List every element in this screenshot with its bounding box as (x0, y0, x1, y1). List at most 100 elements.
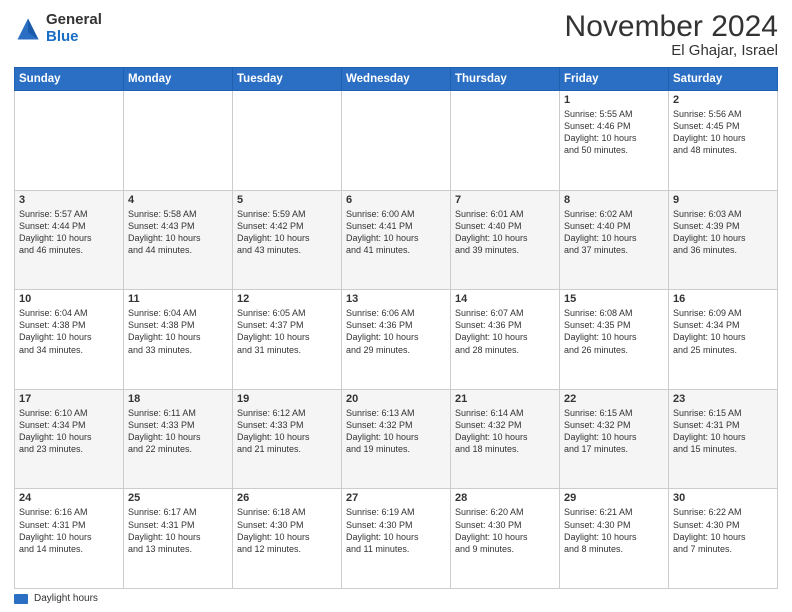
day-number: 7 (455, 194, 555, 206)
day-number: 22 (564, 393, 664, 405)
logo-text: General Blue (46, 12, 102, 45)
calendar-cell: 10Sunrise: 6:04 AMSunset: 4:38 PMDayligh… (15, 290, 124, 390)
day-number: 9 (673, 194, 773, 206)
calendar-week-row: 3 Sunrise: 5:57 AMSunset: 4:44 PMDaylight… (15, 190, 778, 290)
calendar-cell: 7Sunrise: 6:01 AMSunset: 4:40 PMDaylight… (451, 190, 560, 290)
day-number: 30 (673, 492, 773, 504)
calendar-cell: 13Sunrise: 6:06 AMSunset: 4:36 PMDayligh… (342, 290, 451, 390)
calendar-cell: 4 Sunrise: 5:58 AMSunset: 4:43 PMDaylight… (124, 190, 233, 290)
day-detail: Sunrise: 6:04 AMSunset: 4:38 PMDaylight:… (128, 307, 228, 356)
day-number: 28 (455, 492, 555, 504)
legend-color (14, 594, 28, 604)
legend: Daylight hours (14, 593, 778, 604)
day-detail: Sunrise: 6:15 AMSunset: 4:32 PMDaylight:… (564, 407, 664, 456)
calendar-cell: 5 Sunrise: 5:59 AMSunset: 4:42 PMDaylight… (233, 190, 342, 290)
page-subtitle: El Ghajar, Israel (565, 42, 778, 59)
day-detail: Sunrise: 6:04 AMSunset: 4:38 PMDaylight:… (19, 307, 119, 356)
day-detail: Sunrise: 5:59 AMSunset: 4:42 PMDaylight:… (237, 208, 337, 257)
day-number: 26 (237, 492, 337, 504)
day-detail: Sunrise: 6:15 AMSunset: 4:31 PMDaylight:… (673, 407, 773, 456)
day-number: 12 (237, 293, 337, 305)
day-detail: Sunrise: 6:10 AMSunset: 4:34 PMDaylight:… (19, 407, 119, 456)
day-detail: Sunrise: 6:11 AMSunset: 4:33 PMDaylight:… (128, 407, 228, 456)
day-detail: Sunrise: 6:22 AMSunset: 4:30 PMDaylight:… (673, 506, 773, 555)
calendar-cell: 20Sunrise: 6:13 AMSunset: 4:32 PMDayligh… (342, 389, 451, 489)
calendar-week-row: 17 Sunrise: 6:10 AMSunset: 4:34 PMDayligh… (15, 389, 778, 489)
day-number: 11 (128, 293, 228, 305)
calendar-cell (342, 91, 451, 191)
calendar-cell: 23 Sunrise: 6:15 AMSunset: 4:31 PMDayligh… (669, 389, 778, 489)
day-detail: Sunrise: 6:16 AMSunset: 4:31 PMDaylight:… (19, 506, 119, 555)
calendar-table: SundayMondayTuesdayWednesdayThursdayFrid… (14, 67, 778, 589)
calendar-cell: 16Sunrise: 6:09 AMSunset: 4:34 PMDayligh… (669, 290, 778, 390)
day-detail: Sunrise: 6:07 AMSunset: 4:36 PMDaylight:… (455, 307, 555, 356)
calendar-header-row: SundayMondayTuesdayWednesdayThursdayFrid… (15, 68, 778, 91)
calendar-cell: 22 Sunrise: 6:15 AMSunset: 4:32 PMDayligh… (560, 389, 669, 489)
calendar-day-header: Thursday (451, 68, 560, 91)
day-detail: Sunrise: 5:57 AMSunset: 4:44 PMDaylight:… (19, 208, 119, 257)
calendar-cell (233, 91, 342, 191)
calendar-cell: 2Sunrise: 5:56 AMSunset: 4:45 PMDaylight… (669, 91, 778, 191)
calendar-day-header: Sunday (15, 68, 124, 91)
calendar-day-header: Wednesday (342, 68, 451, 91)
calendar-week-row: 24 Sunrise: 6:16 AMSunset: 4:31 PMDayligh… (15, 489, 778, 589)
calendar-cell: 12Sunrise: 6:05 AMSunset: 4:37 PMDayligh… (233, 290, 342, 390)
day-detail: Sunrise: 6:09 AMSunset: 4:34 PMDaylight:… (673, 307, 773, 356)
day-number: 5 (237, 194, 337, 206)
calendar-cell: 25 Sunrise: 6:17 AMSunset: 4:31 PMDayligh… (124, 489, 233, 589)
day-detail: Sunrise: 6:12 AMSunset: 4:33 PMDaylight:… (237, 407, 337, 456)
calendar-cell: 27 Sunrise: 6:19 AMSunset: 4:30 PMDayligh… (342, 489, 451, 589)
day-number: 15 (564, 293, 664, 305)
day-detail: Sunrise: 6:20 AMSunset: 4:30 PMDaylight:… (455, 506, 555, 555)
calendar-cell: 11 Sunrise: 6:04 AMSunset: 4:38 PMDayligh… (124, 290, 233, 390)
calendar-week-row: 1 Sunrise: 5:55 AMSunset: 4:46 PMDaylight… (15, 91, 778, 191)
calendar-week-row: 10Sunrise: 6:04 AMSunset: 4:38 PMDayligh… (15, 290, 778, 390)
day-number: 3 (19, 194, 119, 206)
calendar-cell (451, 91, 560, 191)
day-number: 24 (19, 492, 119, 504)
calendar-cell: 18 Sunrise: 6:11 AMSunset: 4:33 PMDayligh… (124, 389, 233, 489)
logo-blue: Blue (46, 29, 102, 46)
logo-icon (14, 15, 42, 43)
day-number: 18 (128, 393, 228, 405)
logo-general: General (46, 12, 102, 29)
calendar-cell: 19Sunrise: 6:12 AMSunset: 4:33 PMDayligh… (233, 389, 342, 489)
calendar-cell (15, 91, 124, 191)
day-detail: Sunrise: 6:21 AMSunset: 4:30 PMDaylight:… (564, 506, 664, 555)
calendar-cell: 21Sunrise: 6:14 AMSunset: 4:32 PMDayligh… (451, 389, 560, 489)
calendar-cell: 3 Sunrise: 5:57 AMSunset: 4:44 PMDaylight… (15, 190, 124, 290)
calendar-cell: 29 Sunrise: 6:21 AMSunset: 4:30 PMDayligh… (560, 489, 669, 589)
day-detail: Sunrise: 6:02 AMSunset: 4:40 PMDaylight:… (564, 208, 664, 257)
day-number: 13 (346, 293, 446, 305)
calendar-day-header: Tuesday (233, 68, 342, 91)
day-number: 20 (346, 393, 446, 405)
day-number: 1 (564, 94, 664, 106)
day-detail: Sunrise: 6:14 AMSunset: 4:32 PMDaylight:… (455, 407, 555, 456)
day-number: 2 (673, 94, 773, 106)
day-number: 25 (128, 492, 228, 504)
day-detail: Sunrise: 6:03 AMSunset: 4:39 PMDaylight:… (673, 208, 773, 257)
calendar-cell: 26Sunrise: 6:18 AMSunset: 4:30 PMDayligh… (233, 489, 342, 589)
day-detail: Sunrise: 6:19 AMSunset: 4:30 PMDaylight:… (346, 506, 446, 555)
day-number: 23 (673, 393, 773, 405)
calendar-cell: 8Sunrise: 6:02 AMSunset: 4:40 PMDaylight… (560, 190, 669, 290)
calendar-cell: 1 Sunrise: 5:55 AMSunset: 4:46 PMDaylight… (560, 91, 669, 191)
calendar-day-header: Friday (560, 68, 669, 91)
logo: General Blue (14, 12, 102, 45)
day-number: 29 (564, 492, 664, 504)
day-detail: Sunrise: 5:58 AMSunset: 4:43 PMDaylight:… (128, 208, 228, 257)
header: General Blue November 2024 El Ghajar, Is… (14, 12, 778, 59)
calendar-cell: 28 Sunrise: 6:20 AMSunset: 4:30 PMDayligh… (451, 489, 560, 589)
day-detail: Sunrise: 6:17 AMSunset: 4:31 PMDaylight:… (128, 506, 228, 555)
day-detail: Sunrise: 5:55 AMSunset: 4:46 PMDaylight:… (564, 108, 664, 157)
legend-label: Daylight hours (34, 593, 98, 604)
day-number: 4 (128, 194, 228, 206)
day-number: 6 (346, 194, 446, 206)
day-number: 27 (346, 492, 446, 504)
day-number: 14 (455, 293, 555, 305)
calendar-day-header: Monday (124, 68, 233, 91)
page-title: November 2024 (565, 12, 778, 42)
day-number: 17 (19, 393, 119, 405)
calendar-cell: 24 Sunrise: 6:16 AMSunset: 4:31 PMDayligh… (15, 489, 124, 589)
page: General Blue November 2024 El Ghajar, Is… (0, 0, 792, 612)
